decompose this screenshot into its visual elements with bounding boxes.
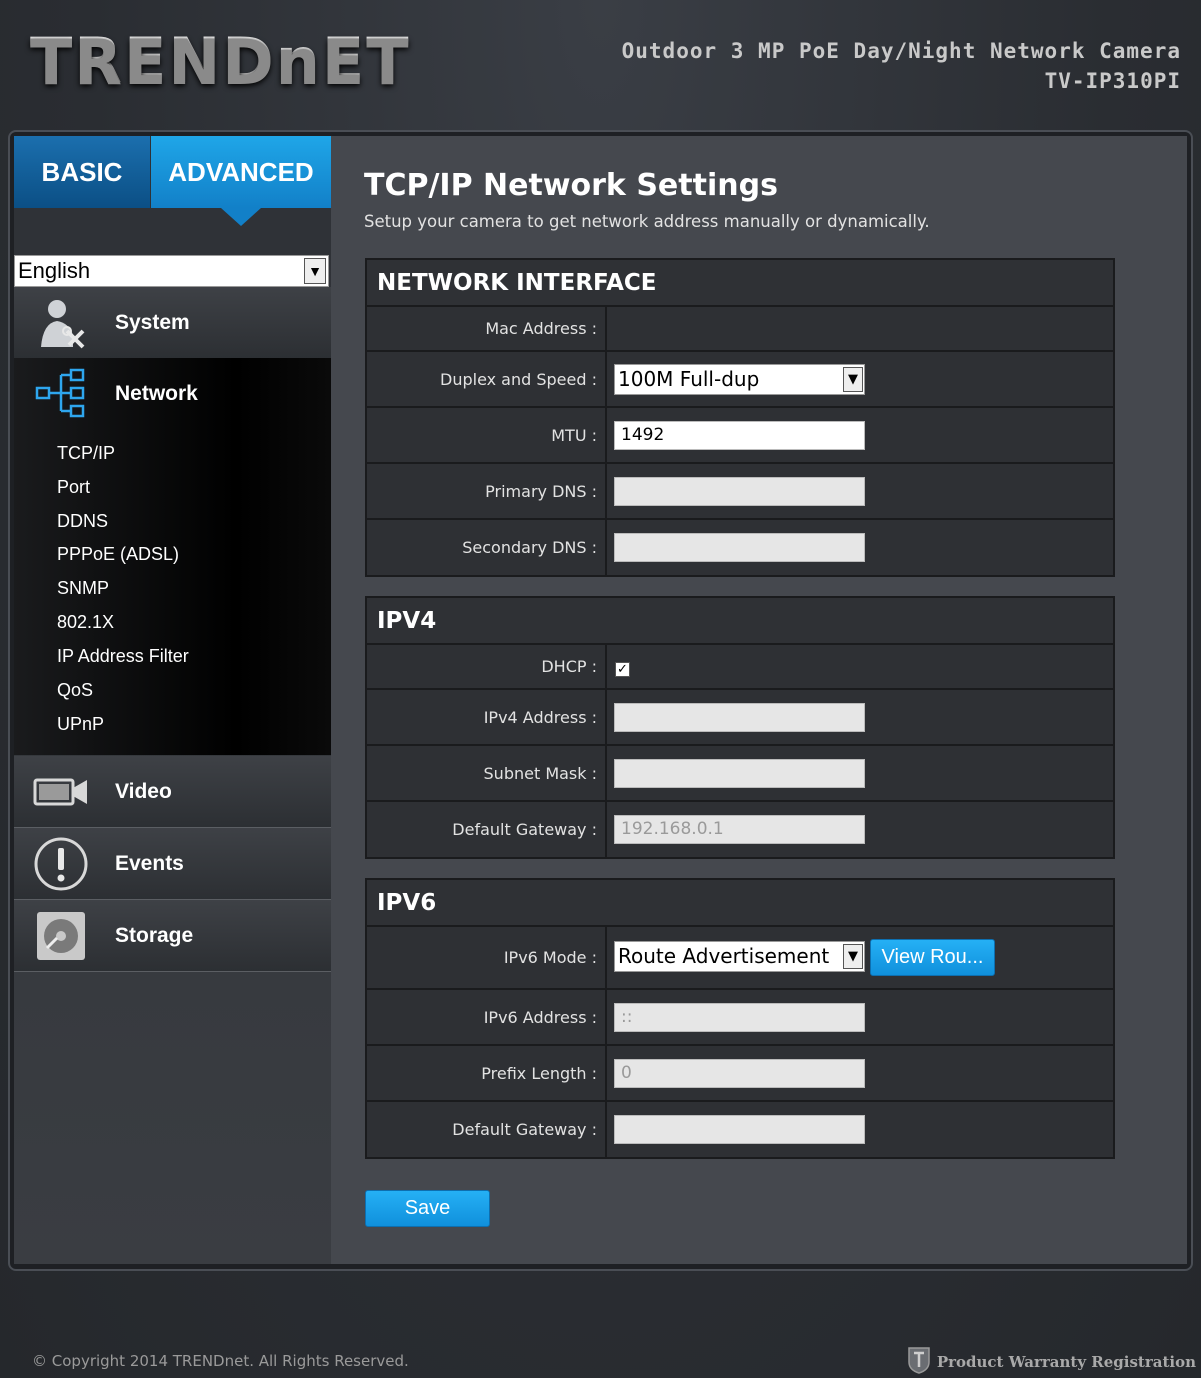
duplex-speed-value: 100M Full-dup bbox=[618, 367, 760, 391]
form-row-duplex: Duplex and Speed : 100M Full-dup ▼ bbox=[367, 352, 1113, 408]
prefix-length-input[interactable]: 0 bbox=[614, 1059, 865, 1088]
language-select[interactable]: English ▼ bbox=[14, 255, 329, 287]
sidebar-subitem-ddns[interactable]: DDNS bbox=[57, 511, 108, 532]
page-description: Setup your camera to get network address… bbox=[364, 212, 930, 231]
ipv6-mode-label: IPv6 Mode : bbox=[367, 927, 607, 988]
ipv4-gateway-input[interactable]: 192.168.0.1 bbox=[614, 815, 865, 844]
form-row-mac: Mac Address : bbox=[367, 307, 1113, 352]
duplex-speed-label: Duplex and Speed : bbox=[367, 352, 607, 406]
secondary-dns-input[interactable] bbox=[614, 533, 865, 562]
form-row-primary-dns: Primary DNS : bbox=[367, 464, 1113, 520]
section-heading: IPV4 bbox=[367, 598, 1113, 645]
active-tab-indicator bbox=[221, 208, 261, 226]
video-icon bbox=[32, 763, 90, 821]
sidebar-subitem-port[interactable]: Port bbox=[57, 477, 90, 498]
form-row-secondary-dns: Secondary DNS : bbox=[367, 520, 1113, 575]
chevron-down-icon[interactable]: ▼ bbox=[843, 944, 863, 969]
form-row-mtu: MTU : 1492 bbox=[367, 408, 1113, 464]
sidebar-item-label: Storage bbox=[115, 923, 194, 947]
ipv6-mode-select[interactable]: Route Advertisement ▼ bbox=[614, 941, 865, 972]
section-heading: NETWORK INTERFACE bbox=[367, 260, 1113, 307]
form-row-dhcp: DHCP : ✓ bbox=[367, 645, 1113, 690]
product-warranty-registration-link[interactable]: Product Warranty Registration bbox=[907, 1346, 1196, 1378]
events-icon bbox=[32, 835, 90, 893]
form-row-ipv6-gateway: Default Gateway : bbox=[367, 1102, 1113, 1157]
sidebar-item-storage[interactable]: Storage bbox=[14, 900, 331, 972]
save-button[interactable]: Save bbox=[365, 1190, 490, 1227]
sidebar-subitem-pppoe[interactable]: PPPoE (ADSL) bbox=[57, 544, 179, 565]
mac-address-value bbox=[607, 307, 1113, 350]
ipv6-mode-value: Route Advertisement bbox=[618, 944, 830, 968]
sidebar-subitem-tcpip[interactable]: TCP/IP bbox=[57, 443, 115, 464]
form-row-ipv4-address: IPv4 Address : bbox=[367, 690, 1113, 746]
chevron-down-icon[interactable]: ▼ bbox=[304, 258, 326, 284]
sidebar: BASIC ADVANCED English ▼ System Network … bbox=[14, 136, 331, 1264]
sidebar-item-label: Network bbox=[115, 382, 198, 405]
sidebar-subitem-8021x[interactable]: 802.1X bbox=[57, 612, 114, 633]
system-icon bbox=[32, 294, 90, 352]
ipv6-gateway-input[interactable] bbox=[614, 1115, 865, 1144]
product-title: Outdoor 3 MP PoE Day/Night Network Camer… bbox=[622, 36, 1181, 96]
mac-address-label: Mac Address : bbox=[367, 307, 607, 350]
ipv4-address-label: IPv4 Address : bbox=[367, 690, 607, 744]
prefix-length-label: Prefix Length : bbox=[367, 1046, 607, 1100]
network-icon bbox=[32, 365, 90, 423]
header: TRENDnET Outdoor 3 MP PoE Day/Night Netw… bbox=[0, 0, 1201, 130]
ipv6-address-input[interactable]: :: bbox=[614, 1003, 865, 1032]
sidebar-subitem-upnp[interactable]: UPnP bbox=[57, 714, 104, 735]
ipv6-section: IPV6 IPv6 Mode : Route Advertisement ▼ V… bbox=[365, 878, 1115, 1159]
subnet-mask-input[interactable] bbox=[614, 759, 865, 788]
ipv6-address-label: IPv6 Address : bbox=[367, 990, 607, 1044]
product-model: TV-IP310PI bbox=[1044, 69, 1181, 93]
tab-advanced[interactable]: ADVANCED bbox=[151, 136, 331, 208]
ipv4-address-input[interactable] bbox=[614, 703, 865, 732]
sidebar-subitem-qos[interactable]: QoS bbox=[57, 680, 93, 701]
copyright: © Copyright 2014 TRENDnet. All Rights Re… bbox=[32, 1352, 409, 1370]
ipv6-gateway-label: Default Gateway : bbox=[367, 1102, 607, 1157]
form-row-ipv6-mode: IPv6 Mode : Route Advertisement ▼ View R… bbox=[367, 927, 1113, 990]
network-interface-section: NETWORK INTERFACE Mac Address : Duplex a… bbox=[365, 258, 1115, 577]
chevron-down-icon[interactable]: ▼ bbox=[843, 367, 863, 392]
sidebar-item-system[interactable]: System bbox=[14, 287, 331, 359]
page-title: TCP/IP Network Settings bbox=[364, 168, 778, 203]
sidebar-item-label: System bbox=[115, 310, 190, 334]
dhcp-label: DHCP : bbox=[367, 645, 607, 688]
trendnet-logo: TRENDnET bbox=[30, 24, 411, 97]
subnet-mask-label: Subnet Mask : bbox=[367, 746, 607, 800]
ipv4-section: IPV4 DHCP : ✓ IPv4 Address : Subnet Mask… bbox=[365, 596, 1115, 859]
shield-logo-icon bbox=[907, 1346, 931, 1378]
form-row-prefix-length: Prefix Length : 0 bbox=[367, 1046, 1113, 1102]
ipv4-gateway-label: Default Gateway : bbox=[367, 802, 607, 857]
sidebar-subitem-ip-address-filter[interactable]: IP Address Filter bbox=[57, 646, 189, 667]
dhcp-checkbox[interactable]: ✓ bbox=[615, 662, 630, 677]
sidebar-item-label: Video bbox=[115, 779, 172, 803]
form-row-ipv6-address: IPv6 Address : :: bbox=[367, 990, 1113, 1046]
sidebar-subitem-snmp[interactable]: SNMP bbox=[57, 578, 109, 599]
sidebar-item-events[interactable]: Events bbox=[14, 828, 331, 900]
registration-label: Product Warranty Registration bbox=[936, 1353, 1196, 1371]
sidebar-item-video[interactable]: Video bbox=[14, 756, 331, 828]
mtu-label: MTU : bbox=[367, 408, 607, 462]
section-heading: IPV6 bbox=[367, 880, 1113, 927]
storage-icon bbox=[32, 907, 90, 965]
language-selected: English bbox=[18, 258, 91, 283]
product-name: Outdoor 3 MP PoE Day/Night Network Camer… bbox=[621, 39, 1181, 63]
view-route-button[interactable]: View Rou... bbox=[870, 939, 995, 976]
sidebar-item-network[interactable]: Network TCP/IP Port DDNS PPPoE (ADSL) SN… bbox=[14, 358, 331, 755]
duplex-speed-select[interactable]: 100M Full-dup ▼ bbox=[614, 364, 865, 395]
form-row-ipv4-gateway: Default Gateway : 192.168.0.1 bbox=[367, 802, 1113, 857]
primary-dns-input[interactable] bbox=[614, 477, 865, 506]
tab-basic[interactable]: BASIC bbox=[14, 136, 150, 208]
form-row-subnet-mask: Subnet Mask : bbox=[367, 746, 1113, 802]
primary-dns-label: Primary DNS : bbox=[367, 464, 607, 518]
secondary-dns-label: Secondary DNS : bbox=[367, 520, 607, 575]
mtu-input[interactable]: 1492 bbox=[614, 421, 865, 450]
sidebar-item-label: Events bbox=[115, 851, 184, 875]
